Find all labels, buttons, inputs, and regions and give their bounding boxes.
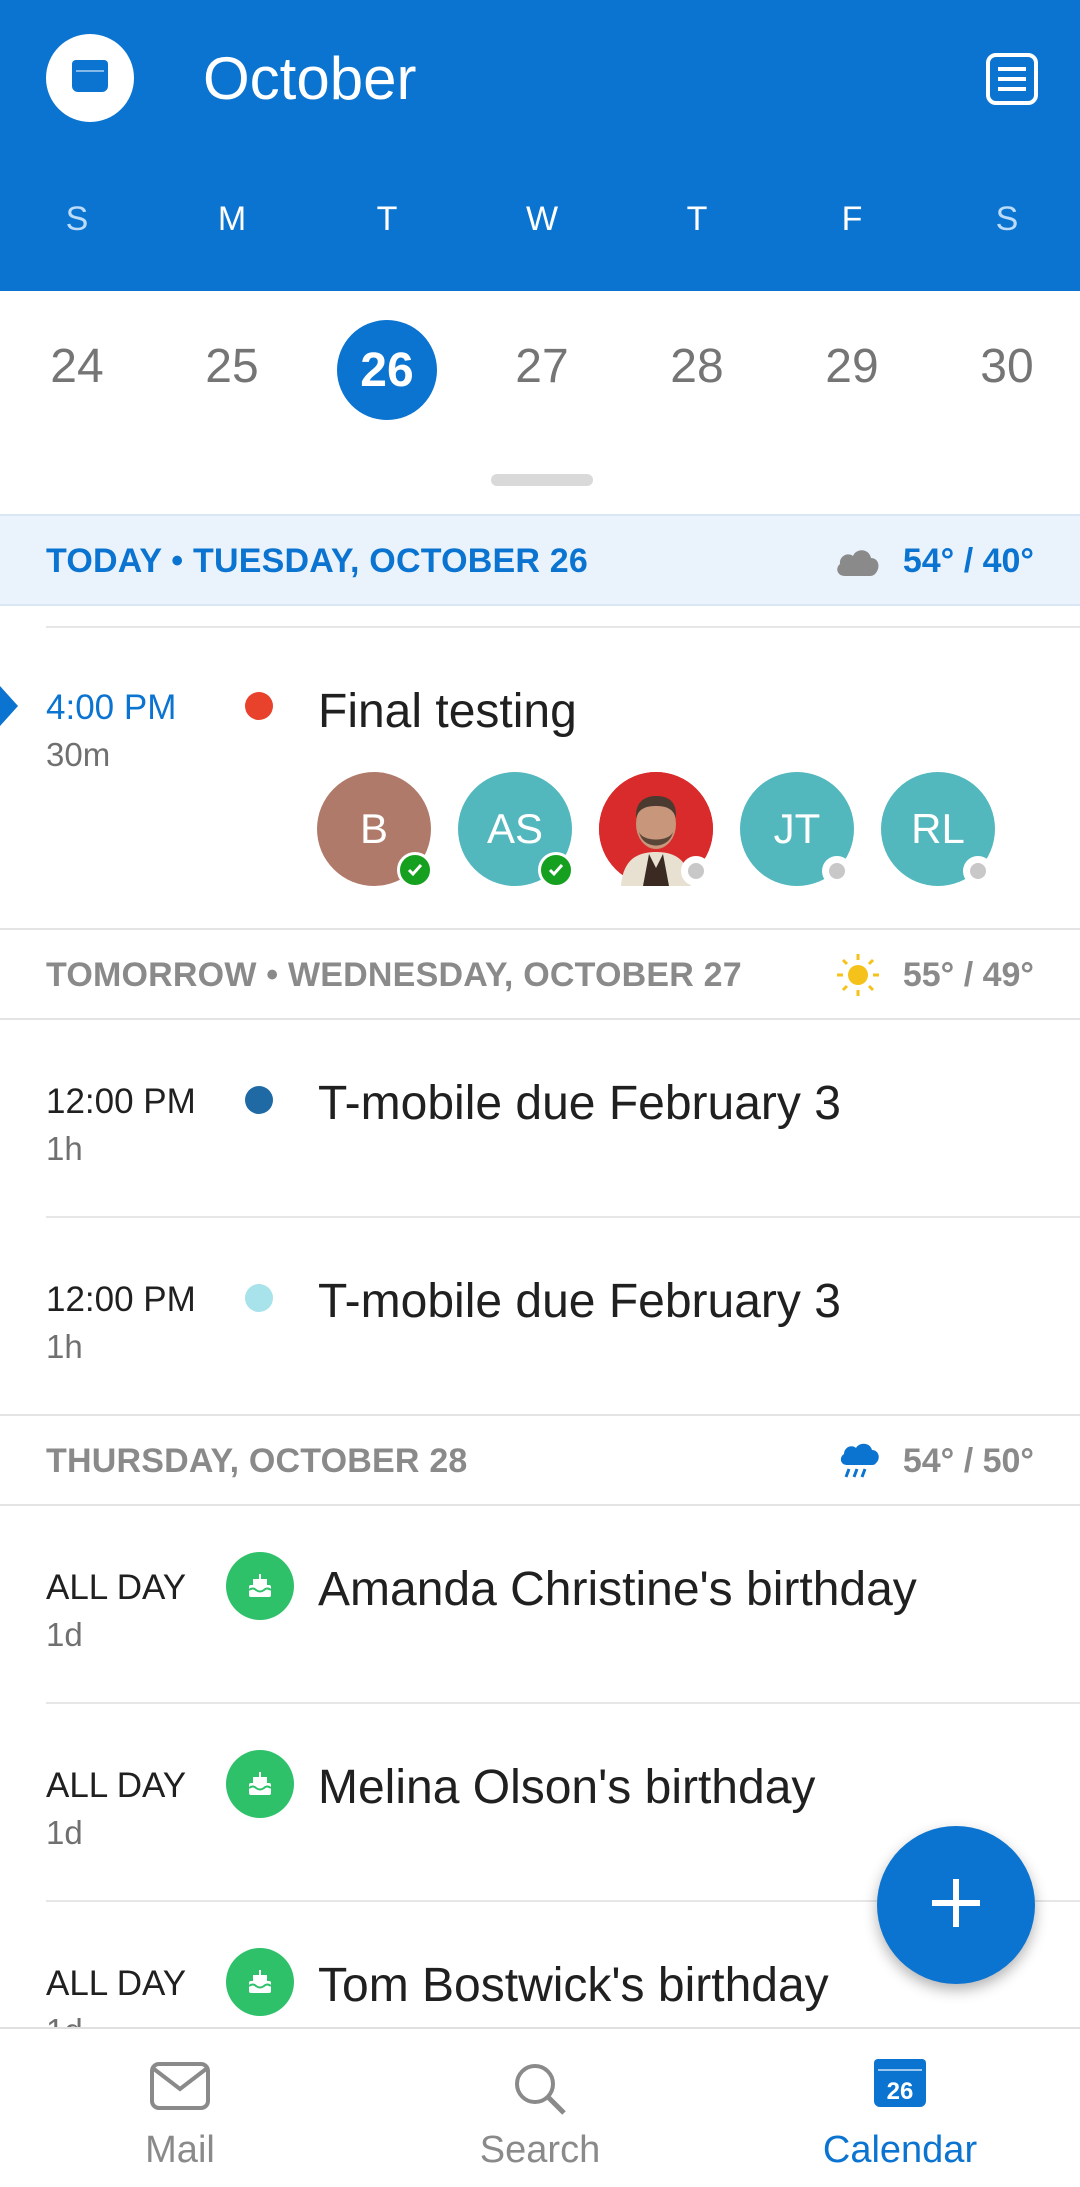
attendee-avatar[interactable]: RL xyxy=(881,772,995,886)
calendar-icon xyxy=(70,56,110,101)
event-time: 12:00 PM xyxy=(46,1280,196,1319)
event-time: 12:00 PM xyxy=(46,1082,196,1121)
agenda-view-button[interactable] xyxy=(985,52,1039,106)
mail-icon xyxy=(149,2061,211,2116)
temperature: 54° / 50° xyxy=(902,1441,1034,1480)
nav-search[interactable]: Search xyxy=(390,2029,690,2187)
attendee-initials: JT xyxy=(773,805,821,852)
event-time: 4:00 PM xyxy=(46,688,177,727)
sun-icon xyxy=(835,952,881,998)
cloud-icon xyxy=(833,544,881,578)
calendar-icon: 26 xyxy=(872,2055,928,2116)
day-of-week: M xyxy=(217,200,247,238)
nav-mail[interactable]: Mail xyxy=(30,2029,330,2187)
event-title: T-mobile due February 3 xyxy=(318,1275,841,1328)
date-cell[interactable]: 24 xyxy=(27,339,127,394)
response-pending-indicator xyxy=(822,856,852,886)
date-cell[interactable]: 30 xyxy=(957,339,1057,394)
nav-label: Search xyxy=(479,2129,601,2171)
attendee-initials: AS xyxy=(486,805,544,852)
event-duration: 1h xyxy=(46,1130,83,1167)
search-icon xyxy=(512,2061,568,2122)
day-of-week: F xyxy=(841,200,863,238)
day-of-week: W xyxy=(525,200,559,238)
response-pending-indicator xyxy=(681,856,711,886)
event-title: T-mobile due February 3 xyxy=(318,1077,841,1130)
nav-label: Mail xyxy=(145,2129,215,2171)
date-cell[interactable]: 28 xyxy=(647,339,747,394)
plus-icon xyxy=(928,1875,984,1936)
event-tmobile[interactable]: 12:00 PM 1h T-mobile due February 3 xyxy=(0,1218,1080,1416)
accepted-check-icon xyxy=(397,852,433,888)
thursday-section-header: THURSDAY, OCTOBER 28 54° / 50° xyxy=(0,1414,1080,1506)
days-of-week-row: S M T W T F S xyxy=(0,200,1080,250)
event-color-dot xyxy=(245,1086,273,1114)
calendar-switcher-button[interactable] xyxy=(46,34,134,122)
attendee-avatar-photo[interactable] xyxy=(599,772,713,886)
day-of-week: S xyxy=(65,200,89,238)
event-time: ALL DAY xyxy=(46,1568,187,1607)
event-title: Melina Olson's birthday xyxy=(318,1761,816,1814)
date-cell[interactable]: 29 xyxy=(802,339,902,394)
event-time: ALL DAY xyxy=(46,1964,187,2003)
drag-handle[interactable] xyxy=(491,474,593,486)
accepted-check-icon xyxy=(538,852,574,888)
event-tmobile[interactable]: 12:00 PM 1h T-mobile due February 3 xyxy=(0,1020,1080,1218)
event-title: Final testing xyxy=(318,685,577,738)
weather-forecast: 54° / 50° xyxy=(837,1438,1034,1484)
month-title[interactable]: October xyxy=(203,44,416,113)
section-date-label: TOMORROW • WEDNESDAY, OCTOBER 27 xyxy=(46,956,742,994)
response-pending-indicator xyxy=(963,856,993,886)
day-of-week: T xyxy=(686,200,708,238)
birthday-cake-icon xyxy=(226,1552,294,1620)
event-time: ALL DAY xyxy=(46,1766,187,1805)
calendar-header: October S M T W T F S xyxy=(0,0,1080,291)
section-date-label: THURSDAY, OCTOBER 28 xyxy=(46,1442,468,1480)
attendee-avatar[interactable]: JT xyxy=(740,772,854,886)
tomorrow-section-header: TOMORROW • WEDNESDAY, OCTOBER 27 55° / 4… xyxy=(0,928,1080,1020)
today-section-header: TODAY • TUESDAY, OCTOBER 26 54° / 40° xyxy=(0,514,1080,606)
event-title: Amanda Christine's birthday xyxy=(318,1563,917,1616)
agenda-view-icon xyxy=(985,53,1039,110)
weather-forecast: 54° / 40° xyxy=(833,538,1034,584)
event-duration: 1d xyxy=(46,1814,83,1851)
attendee-avatar[interactable]: AS xyxy=(458,772,574,888)
attendee-initials: B xyxy=(359,805,388,852)
attendee-avatar[interactable]: B xyxy=(317,772,433,888)
event-birthday[interactable]: ALL DAY 1d Amanda Christine's birthday xyxy=(0,1506,1080,1704)
event-color-dot xyxy=(245,692,273,720)
event-duration: 1h xyxy=(46,1328,83,1365)
weather-forecast: 55° / 49° xyxy=(835,952,1034,998)
nav-calendar[interactable]: 26 Calendar xyxy=(750,2029,1050,2187)
event-title: Tom Bostwick's birthday xyxy=(318,1959,829,2012)
new-event-button[interactable] xyxy=(877,1826,1035,1984)
event-duration: 30m xyxy=(46,736,111,773)
selected-date[interactable]: 26 xyxy=(337,320,437,420)
temperature: 55° / 49° xyxy=(902,955,1034,994)
birthday-cake-icon xyxy=(226,1750,294,1818)
day-of-week: T xyxy=(376,200,398,238)
calendar-badge-date: 26 xyxy=(887,2078,914,2105)
rain-cloud-icon xyxy=(837,1441,881,1481)
day-of-week: S xyxy=(995,200,1019,238)
nav-label: Calendar xyxy=(822,2129,978,2171)
event-duration: 1d xyxy=(46,2012,83,2027)
date-cell[interactable]: 25 xyxy=(182,339,282,394)
birthday-cake-icon xyxy=(226,1948,294,2016)
event-final-testing[interactable]: 4:00 PM 30m Final testing B AS JT RL xyxy=(0,628,1080,928)
event-color-dot xyxy=(245,1284,273,1312)
bottom-navigation: Mail Search 26 Calendar xyxy=(0,2027,1080,2187)
section-date-label: TODAY • TUESDAY, OCTOBER 26 xyxy=(46,542,588,580)
temperature: 54° / 40° xyxy=(902,541,1034,580)
event-duration: 1d xyxy=(46,1616,83,1653)
attendee-initials: RL xyxy=(911,805,965,852)
date-cell[interactable]: 27 xyxy=(492,339,592,394)
